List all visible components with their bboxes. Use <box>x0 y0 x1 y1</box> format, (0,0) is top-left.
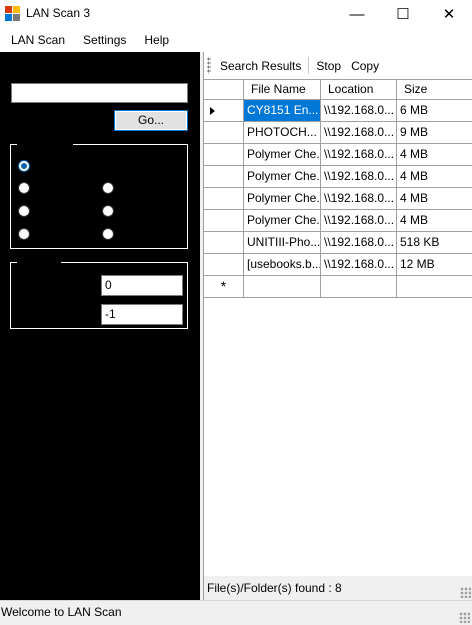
search-panel: Go... 0 -1 <box>0 52 200 600</box>
new-location-cell[interactable] <box>321 276 397 298</box>
group-legend-gap <box>17 261 61 264</box>
size-cell[interactable]: 4 MB <box>397 188 472 210</box>
row-header[interactable] <box>204 122 244 144</box>
current-row-arrow-icon <box>210 107 215 115</box>
menu-bar: LAN Scan Settings Help <box>0 28 472 52</box>
row-header[interactable] <box>204 166 244 188</box>
title-bar: LAN Scan 3 — ☐ ✕ <box>0 0 472 28</box>
file-name-cell[interactable]: UNITIII-Pho... <box>244 232 321 254</box>
found-count-status: File(s)/Folder(s) found : 8 <box>204 576 472 600</box>
table-row[interactable]: [usebooks.b... \\192.168.0... 12 MB <box>204 254 472 276</box>
table-row[interactable]: Polymer Che... \\192.168.0... 4 MB <box>204 166 472 188</box>
size-cell[interactable]: 4 MB <box>397 144 472 166</box>
found-count-text: File(s)/Folder(s) found : 8 <box>207 581 342 595</box>
new-file-name-cell[interactable] <box>244 276 321 298</box>
option-radio-7[interactable] <box>102 228 114 240</box>
option-radio-5[interactable] <box>102 205 114 217</box>
search-results-button[interactable]: Search Results <box>215 59 306 73</box>
resize-grip-icon[interactable] <box>460 587 471 598</box>
minimize-icon: — <box>349 5 365 23</box>
location-cell[interactable]: \\192.168.0... <box>321 188 397 210</box>
size-cell[interactable]: 9 MB <box>397 122 472 144</box>
table-row[interactable]: Polymer Che... \\192.168.0... 4 MB <box>204 210 472 232</box>
option-radio-6[interactable] <box>18 228 30 240</box>
file-name-cell[interactable]: PHOTOCH... <box>244 122 321 144</box>
option-radio-2[interactable] <box>18 182 30 194</box>
location-cell[interactable]: \\192.168.0... <box>321 100 397 122</box>
max-size-input[interactable]: -1 <box>101 304 183 325</box>
file-name-cell[interactable]: Polymer Che... <box>244 166 321 188</box>
stop-button[interactable]: Stop <box>311 59 346 73</box>
go-button[interactable]: Go... <box>114 110 188 131</box>
results-grid: File Name Location Size CY8151 En... \\1… <box>204 79 472 299</box>
window-title: LAN Scan 3 <box>26 6 91 20</box>
status-bar: Welcome to LAN Scan <box>0 600 472 625</box>
location-cell[interactable]: \\192.168.0... <box>321 254 397 276</box>
copy-button[interactable]: Copy <box>346 59 384 73</box>
toolbar-separator <box>308 57 310 74</box>
column-header-location[interactable]: Location <box>321 80 397 100</box>
file-name-cell[interactable]: Polymer Che... <box>244 144 321 166</box>
row-header[interactable] <box>204 232 244 254</box>
table-row[interactable]: CY8151 En... \\192.168.0... 6 MB <box>204 100 472 122</box>
file-name-cell[interactable]: CY8151 En... <box>244 100 321 122</box>
size-cell[interactable]: 6 MB <box>397 100 472 122</box>
row-header[interactable] <box>204 100 244 122</box>
option-radio-3[interactable] <box>102 182 114 194</box>
option-radio-4[interactable] <box>18 205 30 217</box>
grid-header: File Name Location Size <box>204 80 472 102</box>
new-row-asterisk-icon[interactable]: * <box>204 276 244 298</box>
location-cell[interactable]: \\192.168.0... <box>321 210 397 232</box>
size-cell[interactable]: 4 MB <box>397 210 472 232</box>
row-header[interactable] <box>204 210 244 232</box>
size-range-group: 0 -1 <box>10 261 188 329</box>
results-toolbar: Search Results Stop Copy <box>204 52 472 79</box>
location-cell[interactable]: \\192.168.0... <box>321 166 397 188</box>
min-size-input[interactable]: 0 <box>101 275 183 296</box>
location-cell[interactable]: \\192.168.0... <box>321 232 397 254</box>
menu-settings[interactable]: Settings <box>76 33 133 47</box>
size-cell[interactable]: 518 KB <box>397 232 472 254</box>
option-radio-1[interactable] <box>18 160 30 172</box>
grid-corner[interactable] <box>204 80 244 100</box>
minimize-button[interactable]: — <box>334 0 380 28</box>
file-name-cell[interactable]: Polymer Che... <box>244 188 321 210</box>
file-name-cell[interactable]: Polymer Che... <box>244 210 321 232</box>
row-header[interactable] <box>204 144 244 166</box>
new-row[interactable]: * <box>204 276 472 298</box>
menu-lan-scan[interactable]: LAN Scan <box>4 33 72 47</box>
close-icon: ✕ <box>442 6 456 23</box>
results-panel: Search Results Stop Copy File Name Locat… <box>203 52 472 600</box>
file-name-cell[interactable]: [usebooks.b... <box>244 254 321 276</box>
row-header[interactable] <box>204 254 244 276</box>
toolbar-grip-icon[interactable] <box>207 57 211 74</box>
size-cell[interactable]: 12 MB <box>397 254 472 276</box>
table-row[interactable]: Polymer Che... \\192.168.0... 4 MB <box>204 188 472 210</box>
group-legend-gap <box>17 143 73 146</box>
table-row[interactable]: PHOTOCH... \\192.168.0... 9 MB <box>204 122 472 144</box>
new-size-cell[interactable] <box>397 276 472 298</box>
path-input[interactable] <box>11 83 188 103</box>
location-cell[interactable]: \\192.168.0... <box>321 144 397 166</box>
maximize-icon: ☐ <box>396 6 410 23</box>
menu-help[interactable]: Help <box>137 33 176 47</box>
column-header-file-name[interactable]: File Name <box>244 80 321 100</box>
size-cell[interactable]: 4 MB <box>397 166 472 188</box>
row-header[interactable] <box>204 188 244 210</box>
maximize-button[interactable]: ☐ <box>380 0 426 28</box>
close-button[interactable]: ✕ <box>426 0 472 28</box>
table-row[interactable]: UNITIII-Pho... \\192.168.0... 518 KB <box>204 232 472 254</box>
search-options-group <box>10 143 188 249</box>
table-row[interactable]: Polymer Che... \\192.168.0... 4 MB <box>204 144 472 166</box>
location-cell[interactable]: \\192.168.0... <box>321 122 397 144</box>
status-text: Welcome to LAN Scan <box>1 605 122 619</box>
column-header-size[interactable]: Size <box>397 80 472 100</box>
app-icon <box>5 6 21 22</box>
window-resize-grip-icon[interactable] <box>459 612 470 623</box>
